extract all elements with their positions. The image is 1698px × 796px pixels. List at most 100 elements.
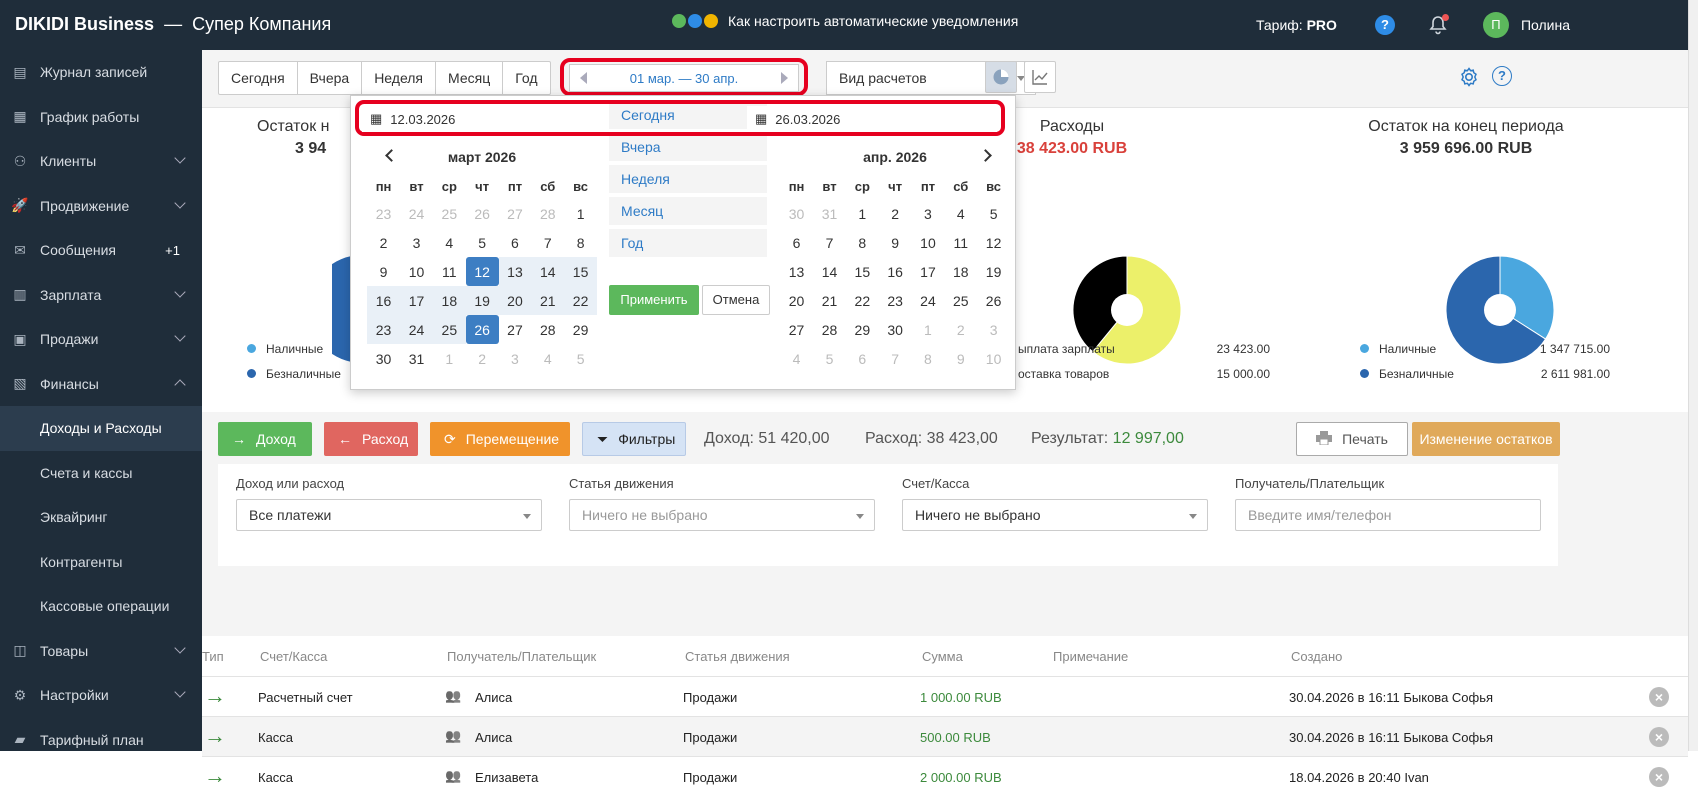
tariff[interactable]: Тариф: PRO (1256, 17, 1337, 33)
gear-icon[interactable] (1458, 66, 1480, 88)
calendar-day[interactable]: 27 (499, 199, 532, 228)
calendar-day[interactable]: 13 (780, 257, 813, 286)
calendar-day[interactable]: 23 (879, 286, 912, 315)
avatar[interactable]: П (1482, 12, 1509, 38)
sidebar-item[interactable]: ⚇ Клиенты (0, 139, 202, 184)
calendar-day[interactable]: 23 (367, 199, 400, 228)
calendar-day[interactable]: 2 (944, 315, 977, 344)
calendar-day[interactable]: 5 (977, 199, 1010, 228)
calendar-day[interactable]: 31 (813, 199, 846, 228)
calendar-day[interactable]: 31 (400, 344, 433, 373)
chevron-down-icon[interactable] (174, 330, 186, 342)
chevron-up-icon[interactable] (174, 378, 186, 391)
chevron-right-icon[interactable] (979, 149, 992, 162)
sidebar-item[interactable]: ▦ График работы (0, 95, 202, 140)
calendar-day[interactable]: 12 (977, 228, 1010, 257)
calendar-day[interactable]: 4 (531, 344, 564, 373)
calendar-day[interactable]: 26 (465, 315, 499, 344)
calendar-day[interactable]: 25 (432, 315, 466, 344)
calendar-day[interactable]: 6 (846, 344, 879, 373)
chevron-down-icon[interactable] (174, 686, 186, 698)
calendar-day[interactable]: 2 (879, 199, 912, 228)
calendar-day[interactable]: 16 (367, 286, 401, 315)
help-icon[interactable]: ? (1374, 15, 1395, 35)
table-header-cell[interactable]: Тип (202, 649, 224, 664)
income-button[interactable]: → Доход (218, 422, 312, 456)
filter-select[interactable]: Все платежи (236, 499, 542, 531)
calendar-day[interactable]: 19 (977, 257, 1010, 286)
chevron-left-icon[interactable] (385, 149, 398, 162)
sidebar-item[interactable]: Кассовые операции (0, 584, 202, 629)
sidebar-item[interactable]: ▣ Продажи (0, 317, 202, 362)
calendar-day[interactable]: 26 (466, 199, 499, 228)
delete-icon[interactable]: × (1649, 687, 1669, 707)
calendar-day[interactable]: 5 (813, 344, 846, 373)
calendar-day[interactable]: 14 (531, 257, 565, 286)
calendar-day[interactable]: 25 (944, 286, 977, 315)
calendar-day[interactable]: 23 (367, 315, 401, 344)
calendar-day[interactable]: 16 (879, 257, 912, 286)
calendar-day[interactable]: 28 (813, 315, 846, 344)
expense-button[interactable]: ← Расход (324, 422, 418, 456)
calendar-day[interactable]: 1 (564, 199, 597, 228)
calendar-day[interactable]: 5 (564, 344, 597, 373)
calendar-day[interactable]: 8 (846, 228, 879, 257)
calendar-day[interactable]: 9 (879, 228, 912, 257)
cancel-button[interactable]: Отмена (702, 285, 770, 315)
calendar-day[interactable]: 25 (433, 199, 466, 228)
sidebar-item[interactable]: ▰ Тарифный план (0, 718, 202, 763)
calendar-day[interactable]: 10 (977, 344, 1010, 373)
calendar-day[interactable]: 20 (498, 286, 532, 315)
calendar-day[interactable]: 11 (433, 257, 466, 286)
delete-icon[interactable]: × (1649, 727, 1669, 747)
calendar-day[interactable]: 20 (780, 286, 813, 315)
date-range-picker[interactable]: 01 мар. — 30 апр. (569, 64, 799, 92)
scrollbar[interactable] (1688, 0, 1698, 751)
calendar-day[interactable]: 4 (944, 199, 977, 228)
calendar-day[interactable]: 24 (400, 315, 433, 344)
user-name[interactable]: Полина (1521, 17, 1570, 33)
preset-option[interactable]: Месяц (609, 197, 767, 225)
sidebar-item[interactable]: Контрагенты (0, 540, 202, 585)
calendar-day[interactable]: 5 (466, 228, 499, 257)
calendar-day[interactable]: 1 (846, 199, 879, 228)
pie-view-button[interactable] (985, 61, 1017, 93)
sidebar-item[interactable]: ▤ Журнал записей (0, 50, 202, 95)
calendar-day[interactable]: 3 (400, 228, 433, 257)
sidebar-item[interactable]: ◫ Товары (0, 629, 202, 674)
sidebar-item[interactable]: Доходы и Расходы (0, 406, 202, 451)
calendar-day[interactable]: 7 (531, 228, 564, 257)
table-header-cell[interactable]: Статья движения (685, 649, 790, 664)
period-button[interactable]: Сегодня (219, 62, 298, 94)
sidebar-item[interactable]: 🚀 Продвижение (0, 184, 202, 229)
calendar-day[interactable]: 2 (367, 228, 400, 257)
chevron-down-icon[interactable] (174, 152, 186, 164)
calendar-day[interactable]: 7 (813, 228, 846, 257)
calendar-day[interactable]: 29 (564, 315, 597, 344)
calendar-day[interactable]: 30 (367, 344, 400, 373)
bell-icon[interactable] (1427, 14, 1449, 36)
calendar-day[interactable]: 15 (564, 257, 597, 286)
calendar-day[interactable]: 9 (367, 257, 400, 286)
change-balance-button[interactable]: Изменение остатков (1412, 422, 1560, 456)
calendar-day[interactable]: 3 (977, 315, 1010, 344)
calendar-day[interactable]: 17 (912, 257, 945, 286)
start-date-input[interactable]: ▦ 12.03.2026 (362, 106, 582, 132)
calendar-day[interactable]: 1 (912, 315, 945, 344)
calendar-day[interactable]: 13 (498, 257, 532, 286)
calendar-day[interactable]: 4 (780, 344, 813, 373)
table-row[interactable]: → Касса Елизавета Продажи 2 000.00 RUB 18.04.… (202, 756, 1688, 796)
promo-link[interactable]: Как настроить автоматические уведомления (672, 13, 1018, 29)
calendar-day[interactable]: 18 (432, 286, 466, 315)
table-header-cell[interactable]: Создано (1291, 649, 1342, 664)
calendar-day[interactable]: 6 (780, 228, 813, 257)
chevron-down-icon[interactable] (174, 285, 186, 298)
calendar-day[interactable]: 24 (912, 286, 945, 315)
calendar-day[interactable]: 7 (879, 344, 912, 373)
table-header-cell[interactable]: Счет/Касса (260, 649, 327, 664)
table-row[interactable]: → Касса Алиса Продажи 500.00 RUB 30.04.2026 в… (202, 716, 1688, 756)
chevron-down-icon[interactable] (174, 641, 186, 654)
end-date-input[interactable]: ▦ 26.03.2026 (747, 106, 997, 132)
preset-option[interactable]: Неделя (609, 165, 767, 193)
calendar-day[interactable]: 21 (531, 286, 565, 315)
